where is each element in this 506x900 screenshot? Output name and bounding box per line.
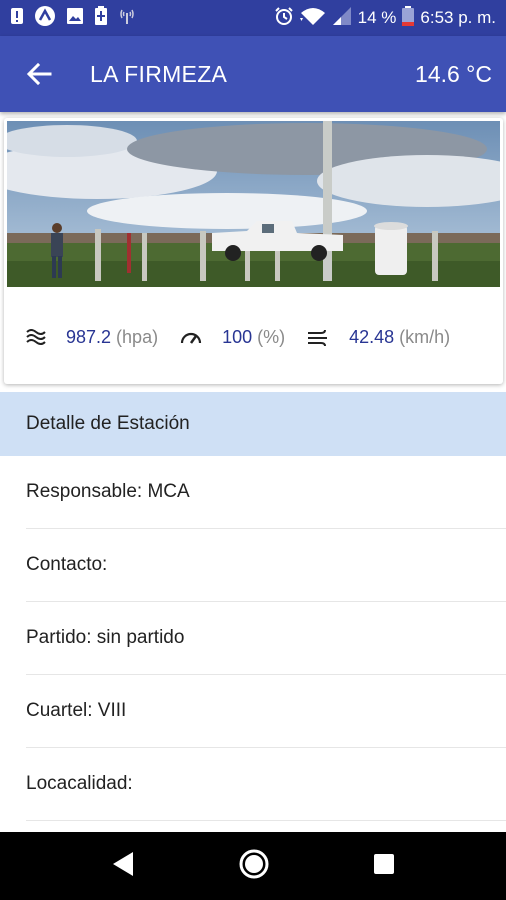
status-bar: 14 % 6:53 p. m. [0, 0, 506, 36]
arrow-back-icon [26, 62, 52, 86]
wind-unit: (km/h) [399, 326, 451, 347]
wind-metric: 42.48 (km/h) [307, 327, 450, 348]
circle-home-icon [239, 849, 269, 878]
detail-partido: Partido: sin partido [26, 602, 506, 675]
app-bar: LA FIRMEZA 14.6 °C [0, 36, 506, 112]
signal-icon [332, 6, 352, 31]
detail-localidad: Locacalidad: [26, 748, 506, 821]
wind-value: 42.48 [349, 326, 395, 347]
wifi-icon [299, 6, 326, 31]
station-photo [7, 121, 500, 287]
station-title: LA FIRMEZA [90, 60, 228, 87]
alarm-icon [274, 6, 294, 31]
humidity-value: 100 [222, 326, 253, 347]
detail-contacto: Contacto: [26, 529, 506, 602]
wind-icon [308, 329, 328, 346]
triangle-back-icon [113, 851, 134, 876]
pressure-value: 987.2 [66, 326, 112, 347]
temperature: 14.6 °C [415, 60, 492, 87]
alert-icon [10, 7, 24, 30]
humidity-unit: (%) [257, 326, 286, 347]
pressure-icon [26, 329, 46, 345]
nav-back-button[interactable] [111, 851, 135, 882]
detail-responsable: Responsable: MCA [26, 456, 506, 529]
status-icons-right: 14 % 6:53 p. m. [274, 5, 496, 31]
metrics-row: 987.2 (hpa) 100 (%) 42.48 (km/h) [4, 303, 503, 371]
pressure-unit: (hpa) [116, 326, 159, 347]
section-header: Detalle de Estación [0, 392, 506, 456]
battery-percent: 14 % [357, 8, 397, 27]
humidity-metric: 100 (%) [180, 327, 285, 348]
navigation-bar [0, 832, 506, 900]
pressure-metric: 987.2 (hpa) [26, 327, 158, 348]
nav-recents-button[interactable] [373, 853, 395, 880]
battery-icon [402, 5, 415, 31]
antenna-icon [118, 7, 136, 30]
battery-charging-icon [94, 5, 108, 31]
detail-list: Responsable: MCA Contacto: Partido: sin … [0, 456, 506, 821]
station-card: 987.2 (hpa) 100 (%) 42.48 (km/h) [4, 118, 503, 384]
clock: 6:53 p. m. [420, 8, 496, 27]
detail-cuartel: Cuartel: VIII [26, 675, 506, 748]
image-icon [66, 7, 84, 30]
square-recents-icon [373, 853, 394, 874]
back-button[interactable] [24, 59, 54, 89]
gauge-icon [180, 332, 202, 344]
nav-home-button[interactable] [238, 848, 270, 885]
account-icon [34, 5, 56, 32]
status-icons-left [10, 5, 136, 32]
